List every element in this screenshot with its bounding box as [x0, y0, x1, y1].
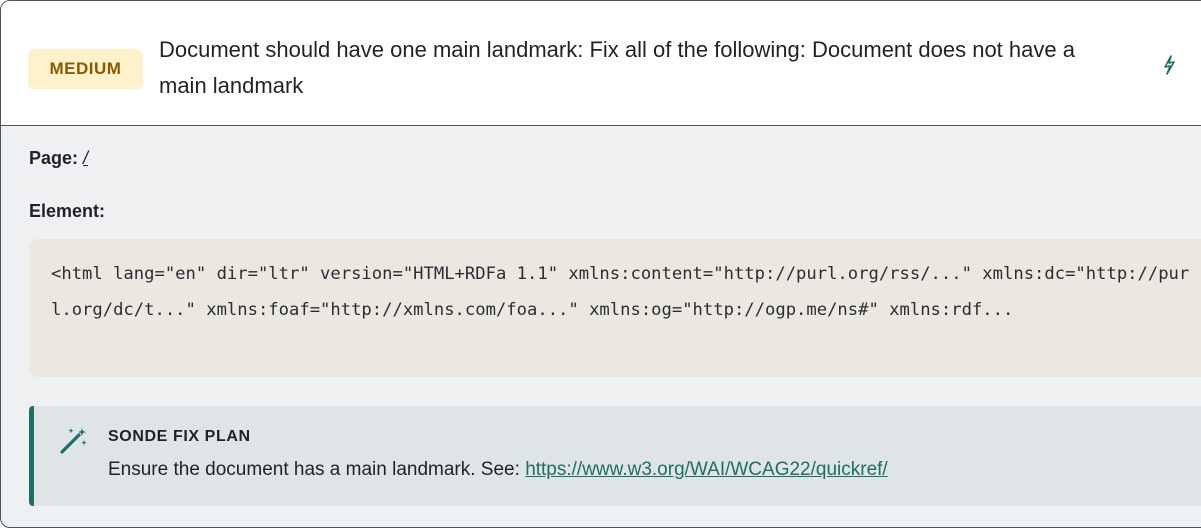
bolt-icon[interactable]: [1161, 53, 1177, 77]
element-code-block: <html lang="en" dir="ltr" version="HTML+…: [29, 239, 1201, 377]
fix-plan-panel: SONDE FIX PLAN Ensure the document has a…: [29, 406, 1201, 506]
element-label: Element:: [29, 201, 106, 221]
page-label: Page:: [29, 148, 79, 168]
severity-badge: MEDIUM: [28, 49, 143, 89]
page-link[interactable]: /: [83, 148, 88, 168]
fix-plan-text: Ensure the document has a main landmark.…: [108, 459, 888, 481]
fix-plan-description: Ensure the document has a main landmark.…: [108, 459, 520, 480]
magic-wand-icon: [60, 428, 87, 454]
fix-plan-link[interactable]: https://www.w3.org/WAI/WCAG22/quickref/: [525, 459, 888, 480]
fix-plan-heading: SONDE FIX PLAN: [108, 428, 251, 445]
page-row: Page: /: [29, 148, 88, 169]
issue-header: MEDIUM Document should have one main lan…: [1, 1, 1201, 126]
issue-card: MEDIUM Document should have one main lan…: [0, 0, 1201, 528]
issue-title: Document should have one main landmark: …: [159, 37, 1075, 98]
